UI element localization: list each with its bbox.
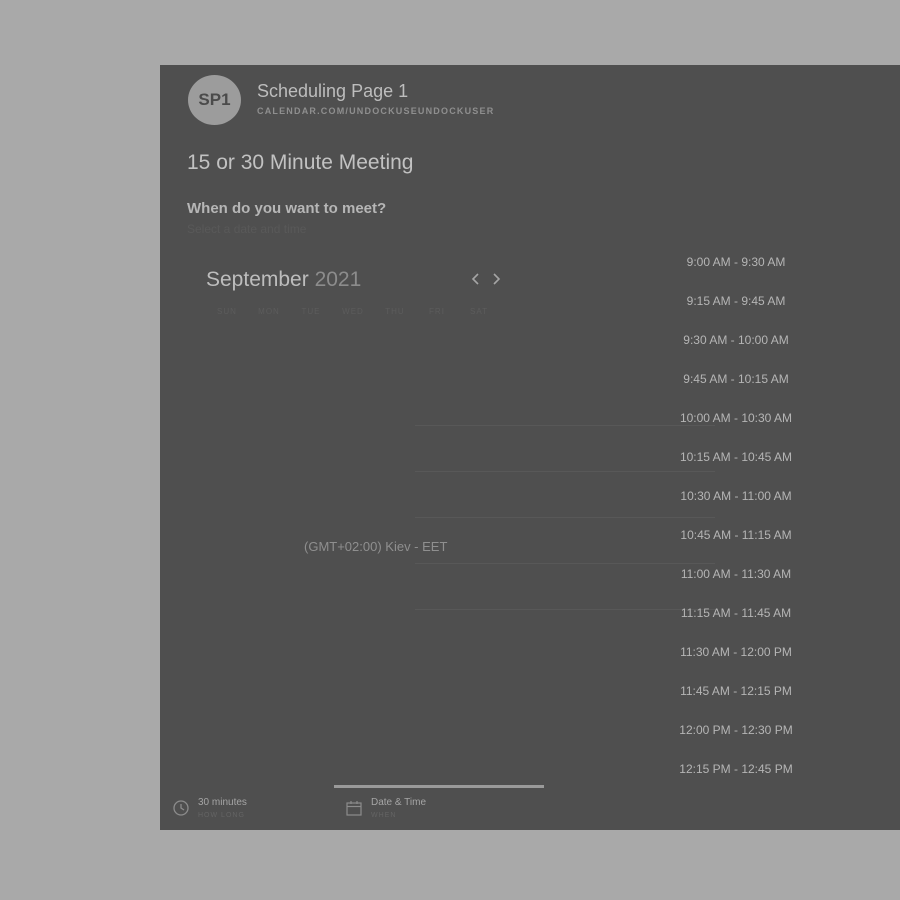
step-duration-label: 30 minutes	[198, 797, 247, 808]
confirm-icon	[780, 800, 796, 816]
weekday-label: MON	[258, 307, 280, 316]
step-date-time-label: Date & Time	[371, 797, 427, 808]
chevron-right-icon	[493, 273, 501, 285]
time-slot[interactable]: 10:45 AM - 11:15 AM	[665, 524, 807, 546]
calendar-month: September	[206, 268, 309, 291]
step-details[interactable]	[560, 797, 700, 823]
time-slot[interactable]: 10:30 AM - 11:00 AM	[665, 485, 807, 507]
meeting-title: 15 or 30 Minute Meeting	[187, 151, 414, 174]
weekday-header: SUN MON TUE WED THU FRI SAT	[206, 307, 506, 316]
time-slot[interactable]: 9:15 AM - 9:45 AM	[665, 290, 807, 312]
scheduling-panel: SP1 Scheduling Page 1 CALENDAR.COM/UNDOC…	[160, 65, 900, 830]
time-slot[interactable]: 11:45 AM - 12:15 PM	[665, 680, 807, 702]
weekday-label: THU	[385, 307, 405, 316]
avatar: SP1	[188, 75, 241, 125]
time-slot[interactable]: 9:45 AM - 10:15 AM	[665, 368, 807, 390]
scheduling-page-name: Scheduling Page 1	[257, 81, 409, 101]
weekday-label: SUN	[217, 307, 237, 316]
chevron-left-icon	[471, 273, 479, 285]
weekday-label: TUE	[301, 307, 321, 316]
meeting-hint: Select a date and time	[187, 222, 307, 236]
step-date-time-sublabel: WHEN	[371, 812, 397, 819]
weekday-label: WED	[342, 307, 364, 316]
time-slot[interactable]: 10:15 AM - 10:45 AM	[665, 446, 807, 468]
weekday-label: SAT	[470, 307, 488, 316]
weekday-label: FRI	[429, 307, 445, 316]
meeting-question: When do you want to meet?	[187, 200, 387, 217]
calendar-year: 2021	[314, 268, 362, 291]
time-slot[interactable]: 9:30 AM - 10:00 AM	[665, 329, 807, 351]
step-duration-sublabel: HOW LONG	[198, 812, 245, 819]
calendar-month-year: September 2021	[206, 268, 361, 292]
time-slot[interactable]: 11:30 AM - 12:00 PM	[665, 641, 807, 663]
details-icon	[560, 800, 576, 816]
step-confirm[interactable]	[780, 797, 890, 823]
previous-month-button[interactable]	[467, 270, 485, 288]
timezone-selector[interactable]: (GMT+02:00) Kiev - EET	[304, 539, 447, 554]
time-slot[interactable]: 9:00 AM - 9:30 AM	[665, 251, 807, 273]
active-step-indicator	[334, 785, 544, 788]
time-slot[interactable]: 12:00 PM - 12:30 PM	[665, 719, 807, 741]
scheduling-page-url[interactable]: CALENDAR.COM/UNDOCKUSEUNDOCKUSER	[257, 106, 494, 116]
time-slot[interactable]: 11:00 AM - 11:30 AM	[665, 563, 807, 585]
time-slot[interactable]: 10:00 AM - 10:30 AM	[665, 407, 807, 429]
grid-divider	[415, 471, 715, 472]
clock-icon	[173, 800, 189, 816]
calendar-icon	[346, 801, 362, 816]
time-slot[interactable]: 12:15 PM - 12:45 PM	[665, 758, 807, 780]
grid-divider	[415, 517, 715, 518]
next-month-button[interactable]	[487, 270, 505, 288]
time-slot[interactable]: 11:15 AM - 11:45 AM	[665, 602, 807, 624]
